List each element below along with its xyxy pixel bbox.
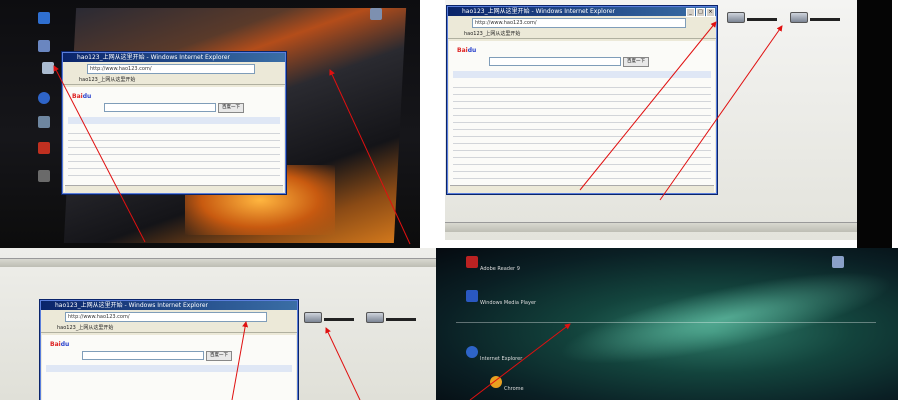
nav-row[interactable] bbox=[68, 117, 280, 124]
close-button[interactable]: × bbox=[706, 8, 715, 17]
address-bar[interactable]: http://www.hao123.com/ bbox=[65, 312, 267, 322]
search-button[interactable]: 百度一下 bbox=[218, 103, 244, 113]
recycle-bin-icon[interactable] bbox=[38, 170, 50, 182]
computer-icon[interactable] bbox=[370, 8, 382, 20]
nav-row[interactable] bbox=[46, 365, 292, 372]
photo-bottom-left: hao123_上网从这里开始 - Windows Internet Explor… bbox=[0, 248, 440, 400]
drive-usage-bar bbox=[747, 18, 777, 21]
browser-tab[interactable]: hao123_上网从这里开始 bbox=[63, 76, 285, 85]
ie-icon[interactable] bbox=[466, 346, 478, 358]
ie-window[interactable]: hao123_上网从这里开始 - Windows Internet Explor… bbox=[447, 6, 717, 194]
icon-label: Windows Media Player bbox=[480, 300, 537, 306]
search-input[interactable] bbox=[489, 57, 621, 66]
link-grid[interactable] bbox=[68, 127, 280, 182]
drive-icon[interactable] bbox=[727, 12, 745, 23]
photo-top-left: hao123_上网从这里开始 - Windows Internet Explor… bbox=[0, 0, 420, 248]
minimize-button[interactable]: _ bbox=[686, 8, 695, 17]
computer-icon[interactable] bbox=[38, 12, 50, 24]
photo-bottom-right: Adobe Reader 9 Windows Media Player Inte… bbox=[436, 248, 898, 400]
app-icon[interactable] bbox=[38, 142, 50, 154]
address-bar[interactable]: http://www.hao123.com/ bbox=[472, 18, 686, 28]
scanline bbox=[456, 322, 876, 323]
drive-icon[interactable] bbox=[790, 12, 808, 23]
window-title: hao123_上网从这里开始 - Windows Internet Explor… bbox=[41, 301, 297, 310]
search-input[interactable] bbox=[104, 103, 216, 112]
drive-usage-bar bbox=[810, 18, 840, 21]
window-title: hao123_上网从这里开始 - Windows Internet Explor… bbox=[63, 53, 285, 62]
ie-window[interactable]: hao123_上网从这里开始 - Windows Internet Explor… bbox=[40, 300, 298, 400]
computer-icon[interactable] bbox=[832, 256, 844, 268]
baidu-logo: Baidu bbox=[72, 93, 92, 100]
window-controls[interactable]: _ □ × bbox=[686, 8, 715, 17]
drive-usage-bar bbox=[324, 318, 354, 321]
ie-icon[interactable] bbox=[38, 92, 50, 104]
status-bar bbox=[65, 185, 283, 192]
toolbar[interactable] bbox=[0, 258, 440, 267]
adobe-reader-icon[interactable] bbox=[466, 256, 478, 268]
chrome-icon[interactable] bbox=[490, 376, 502, 388]
folder-icon[interactable] bbox=[38, 116, 50, 128]
icon-label: Internet Explorer bbox=[480, 356, 523, 362]
maximize-button[interactable]: □ bbox=[696, 8, 705, 17]
search-button[interactable]: 百度一下 bbox=[623, 57, 649, 67]
page-body: Baidu 百度一下 bbox=[449, 41, 715, 192]
network-icon[interactable] bbox=[38, 40, 50, 52]
baidu-logo: Baidu bbox=[50, 341, 70, 348]
page-body: Baidu 百度一下 bbox=[42, 335, 296, 400]
drive-icon[interactable] bbox=[366, 312, 384, 323]
drive-icon[interactable] bbox=[304, 312, 322, 323]
icon-label: Chrome bbox=[504, 386, 524, 392]
media-player-icon[interactable] bbox=[466, 290, 478, 302]
nav-row[interactable] bbox=[453, 71, 711, 78]
drive-usage-bar bbox=[386, 318, 416, 321]
browser-tab[interactable]: hao123_上网从这里开始 bbox=[41, 324, 297, 333]
search-input[interactable] bbox=[82, 351, 204, 360]
icon-label: Adobe Reader 9 bbox=[480, 266, 520, 272]
search-button[interactable]: 百度一下 bbox=[206, 351, 232, 361]
page-body: Baidu 百度一下 bbox=[64, 87, 284, 192]
link-grid[interactable] bbox=[453, 81, 711, 182]
drive-icon[interactable] bbox=[42, 62, 54, 74]
taskbar[interactable] bbox=[445, 222, 857, 232]
browser-tab[interactable]: hao123_上网从这里开始 bbox=[448, 30, 716, 39]
photo-top-right: hao123_上网从这里开始 - Windows Internet Explor… bbox=[445, 0, 857, 240]
address-bar[interactable]: http://www.hao123.com/ bbox=[87, 64, 255, 74]
window-title: hao123_上网从这里开始 - Windows Internet Explor… bbox=[448, 7, 716, 16]
status-bar bbox=[450, 185, 714, 192]
aurora-wallpaper bbox=[553, 253, 898, 383]
baidu-logo: Baidu bbox=[457, 47, 477, 54]
ie-window[interactable]: hao123_上网从这里开始 - Windows Internet Explor… bbox=[62, 52, 286, 194]
photo-edge bbox=[857, 0, 892, 248]
